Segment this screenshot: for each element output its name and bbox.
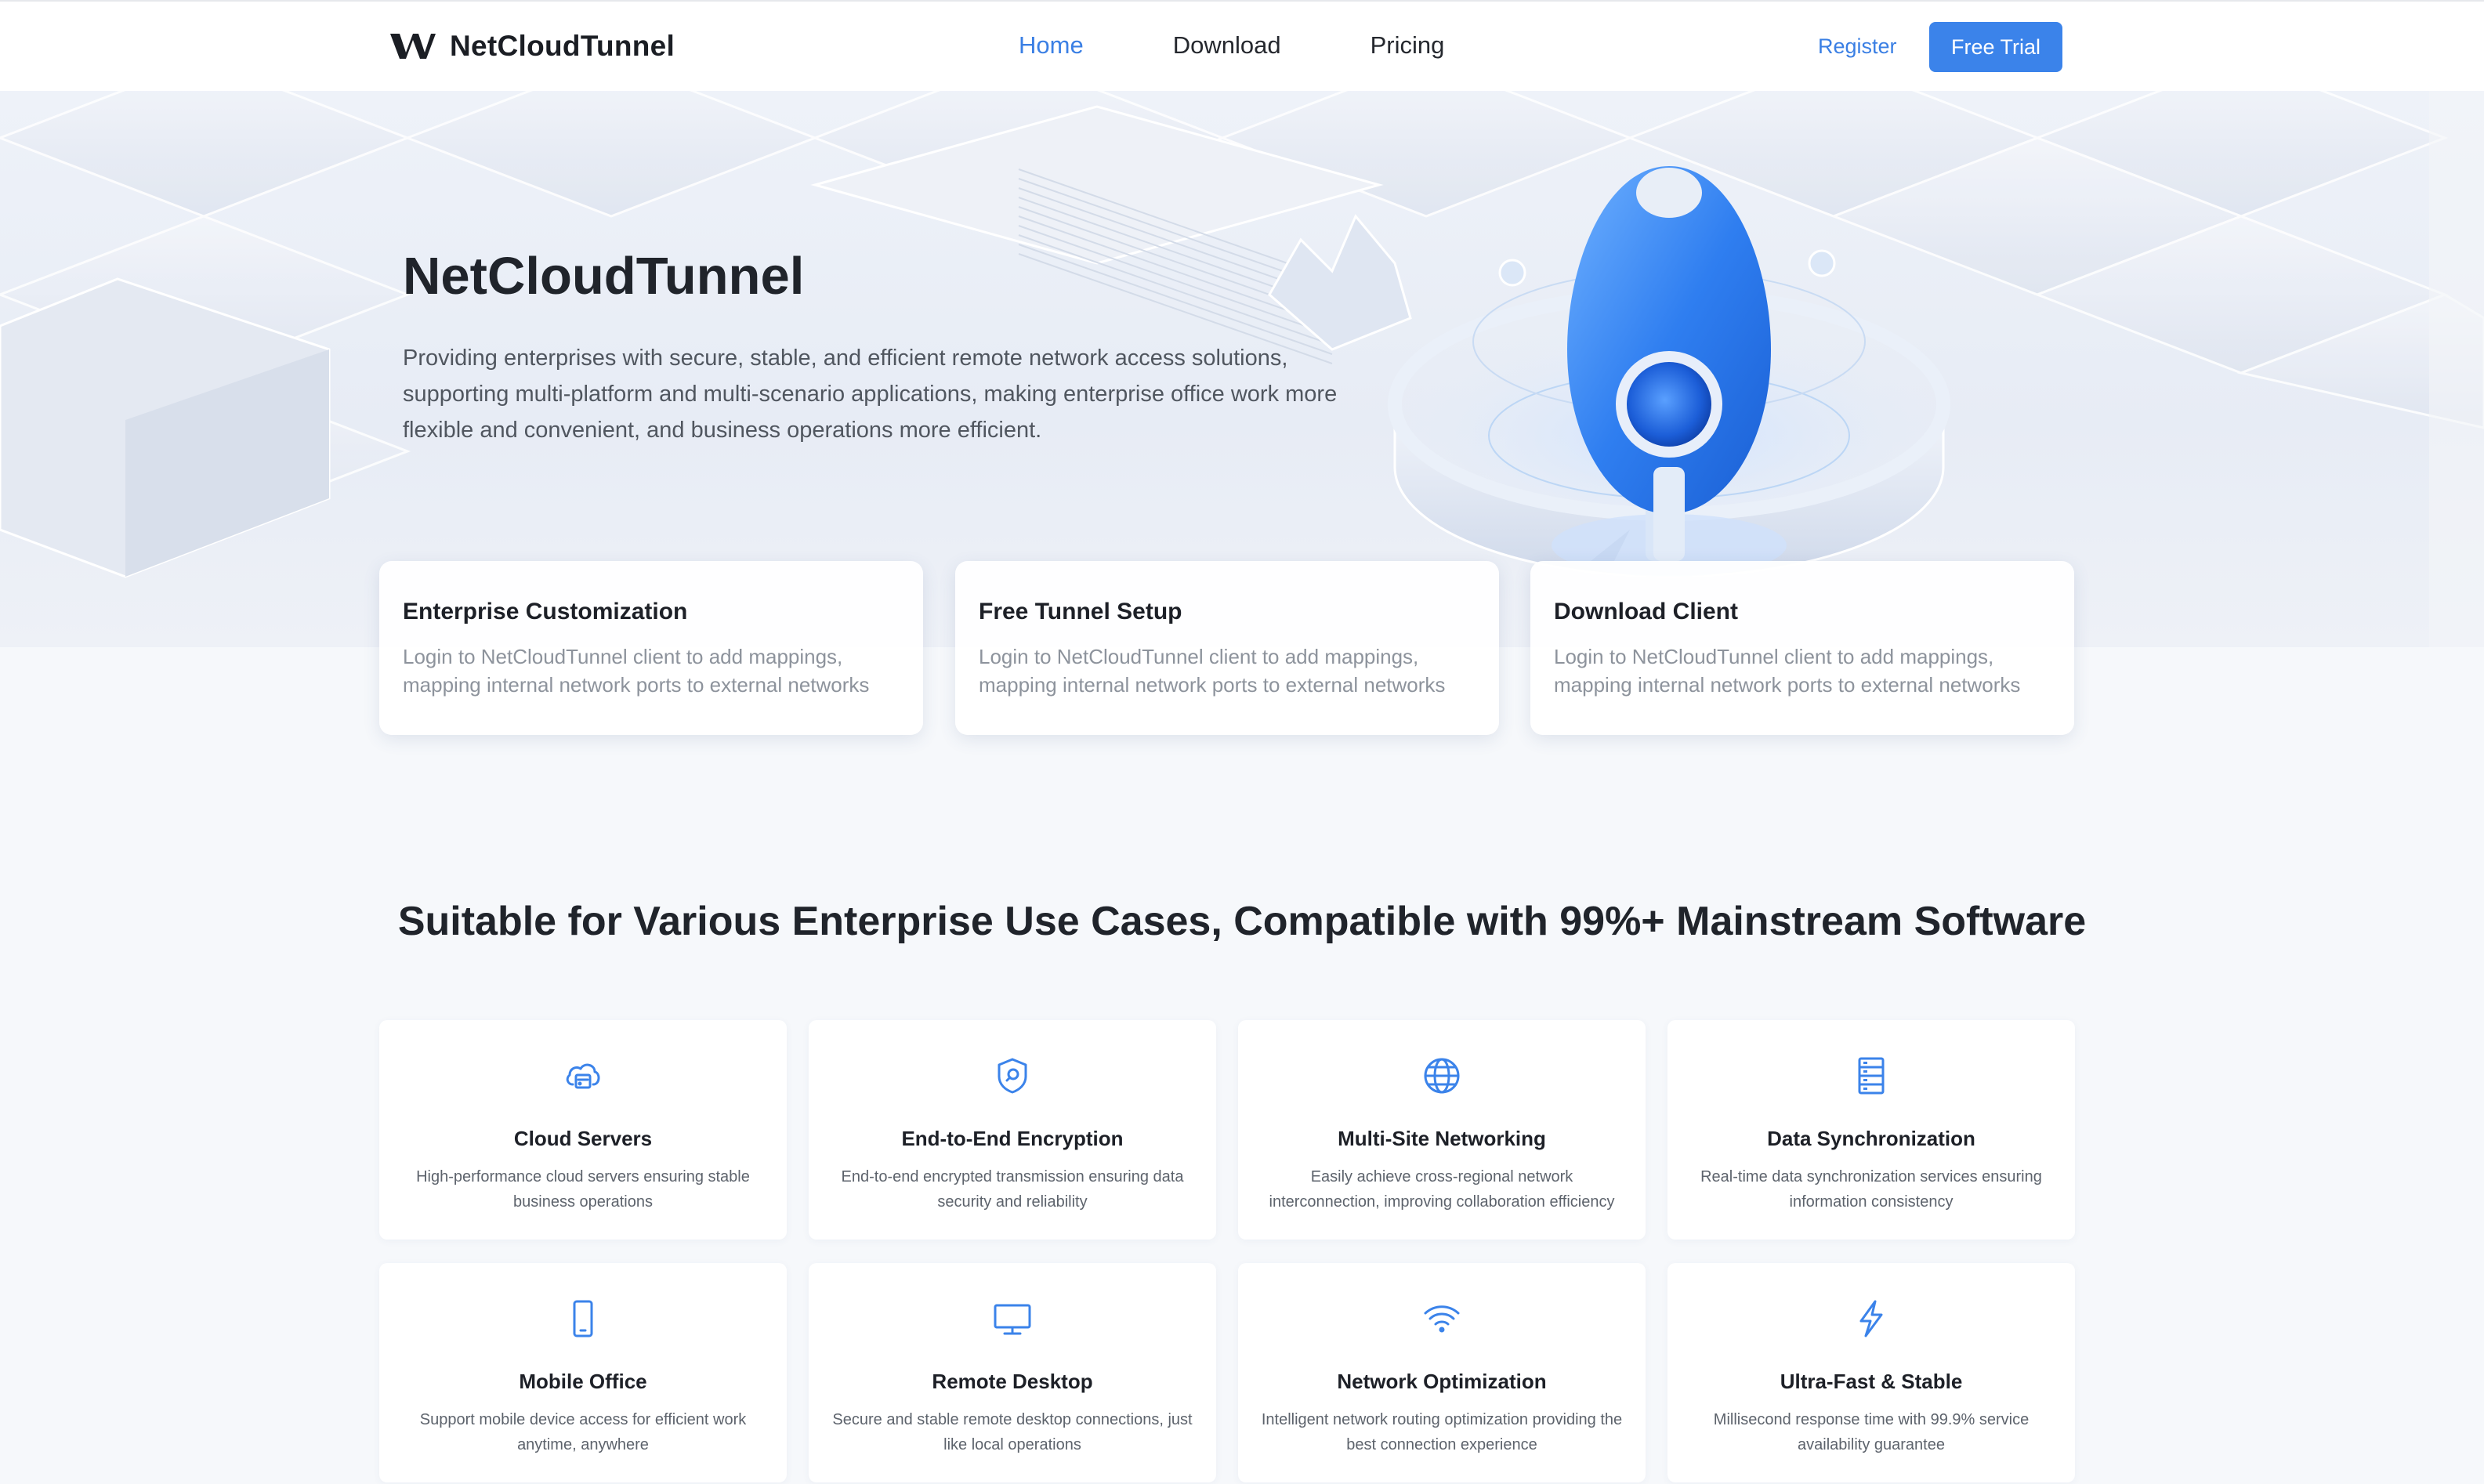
use-case-card-cloud-servers[interactable]: Cloud Servers High-performance cloud ser… [379, 1020, 787, 1240]
use-case-title: Data Synchronization [1767, 1127, 1975, 1150]
use-case-card-multi-site-networking[interactable]: Multi-Site Networking Easily achieve cro… [1238, 1020, 1646, 1240]
use-case-desc: Millisecond response time with 99.9% ser… [1713, 1411, 2030, 1453]
use-case-title: Cloud Servers [513, 1127, 653, 1150]
use-case-desc: Easily achieve cross-regional network in… [1269, 1168, 1615, 1211]
feature-card-desc: Login to NetCloudTunnel client to add ma… [1554, 645, 2021, 697]
feature-card-desc: Login to NetCloudTunnel client to add ma… [403, 645, 870, 697]
use-case-title: Mobile Office [519, 1370, 647, 1393]
mobile-icon [563, 1299, 603, 1338]
cloud-server-icon [563, 1056, 603, 1095]
nav-pricing[interactable]: Pricing [1371, 31, 1445, 60]
use-case-card-data-synchronization[interactable]: Data Synchronization Real-time data sync… [1667, 1020, 2075, 1240]
monitor-icon [993, 1299, 1032, 1338]
use-case-desc: Real-time data synchronization services … [1700, 1168, 2042, 1211]
globe-icon [1422, 1056, 1461, 1095]
logo-icon [390, 34, 436, 59]
free-trial-button[interactable]: Free Trial [1929, 22, 2062, 72]
nav-home[interactable]: Home [1019, 31, 1084, 60]
use-case-title: End-to-End Encryption [901, 1127, 1124, 1150]
use-case-desc: High-performance cloud servers ensuring … [416, 1168, 750, 1211]
section-title: Suitable for Various Enterprise Use Case… [397, 899, 2087, 944]
feature-card-enterprise-customization[interactable]: Enterprise Customization Login to NetClo… [379, 561, 923, 735]
use-case-desc: End-to-end encrypted transmission ensuri… [841, 1168, 1184, 1211]
feature-card-title: Enterprise Customization [403, 599, 688, 624]
shield-icon [993, 1056, 1032, 1095]
nav-download[interactable]: Download [1173, 31, 1281, 60]
top-nav-bar: NetCloudTunnel Home Download Pricing Reg… [0, 0, 2484, 91]
use-case-title: Network Optimization [1337, 1370, 1547, 1393]
hero-description: Providing enterprises with secure, stabl… [403, 346, 1338, 443]
server-rack-icon [1852, 1056, 1891, 1095]
register-link[interactable]: Register [1818, 34, 1897, 59]
wifi-icon [1422, 1299, 1461, 1338]
use-case-title: Remote Desktop [932, 1370, 1093, 1393]
use-case-card-end-to-end-encryption[interactable]: End-to-End Encryption End-to-end encrypt… [809, 1020, 1216, 1240]
logo[interactable]: NetCloudTunnel [390, 30, 675, 63]
use-case-card-network-optimization[interactable]: Network Optimization Intelligent network… [1238, 1263, 1646, 1482]
lightning-icon [1852, 1299, 1891, 1338]
use-case-card-remote-desktop[interactable]: Remote Desktop Secure and stable remote … [809, 1263, 1216, 1482]
use-case-title: Multi-Site Networking [1338, 1127, 1546, 1150]
use-case-desc: Secure and stable remote desktop connect… [832, 1411, 1193, 1453]
feature-card-download-client[interactable]: Download Client Login to NetCloudTunnel … [1530, 561, 2074, 735]
use-case-desc: Support mobile device access for efficie… [419, 1411, 747, 1453]
hero-title: NetCloudTunnel [403, 247, 805, 306]
page: NetCloudTunnel Providing enterprises wit… [0, 0, 2484, 1484]
use-case-card-ultra-fast-stable[interactable]: Ultra-Fast & Stable Millisecond response… [1667, 1263, 2075, 1482]
feature-card-free-tunnel-setup[interactable]: Free Tunnel Setup Login to NetCloudTunne… [955, 561, 1499, 735]
logo-text: NetCloudTunnel [450, 30, 675, 62]
main-nav: Home Download Pricing [1019, 31, 1444, 60]
use-case-desc: Intelligent network routing optimization… [1261, 1411, 1623, 1453]
feature-card-title: Free Tunnel Setup [979, 599, 1182, 624]
use-case-title: Ultra-Fast & Stable [1780, 1370, 1963, 1393]
use-case-card-mobile-office[interactable]: Mobile Office Support mobile device acce… [379, 1263, 787, 1482]
feature-card-desc: Login to NetCloudTunnel client to add ma… [979, 645, 1446, 697]
feature-card-title: Download Client [1554, 599, 1738, 624]
